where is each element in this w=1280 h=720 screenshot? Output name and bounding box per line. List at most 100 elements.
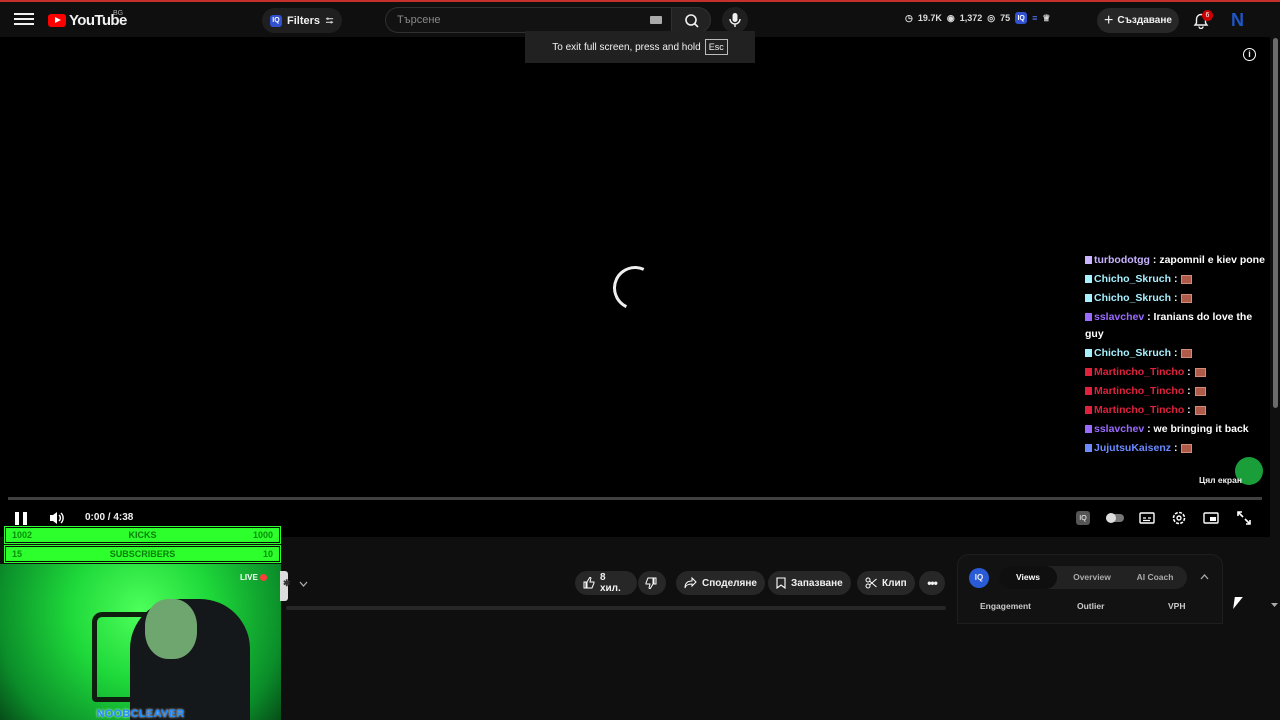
microphone-icon [729, 13, 741, 27]
chat-text: : [1173, 292, 1178, 304]
thumbs-up-icon [583, 577, 595, 589]
chevron-up-icon[interactable] [1200, 573, 1209, 581]
fullscreen-exit-tooltip: To exit full screen, press and hold Esc [525, 31, 755, 63]
more-actions-button[interactable]: ••• [919, 571, 945, 595]
create-button[interactable]: + Създаване [1097, 8, 1179, 33]
autoplay-toggle-icon[interactable] [1105, 510, 1125, 526]
chat-text: : [1173, 273, 1178, 285]
streamer-name: NOOBCLEAVER [96, 708, 185, 720]
chat-text: : [1187, 404, 1191, 416]
stat-watching: 1,372 [959, 13, 983, 23]
chat-username: JujutsuKaisenz [1094, 442, 1172, 454]
chat-username: sslavchev [1094, 311, 1145, 323]
more-icon: ••• [927, 576, 938, 590]
chat-message: Martincho_Tincho : [1085, 402, 1265, 419]
chat-username: Chicho_Skruch [1094, 273, 1172, 285]
chat-badge-icon [1085, 368, 1092, 377]
mouse-cursor-icon [1233, 597, 1243, 609]
tooltip-text: To exit full screen, press and hold [552, 41, 701, 53]
chat-emote-icon [1181, 293, 1193, 303]
tab-ai-coach[interactable]: AI Coach [1125, 566, 1185, 589]
iq-icon[interactable]: IQ [1015, 12, 1028, 24]
tab-views[interactable]: Views [999, 566, 1057, 589]
iq-player-icon[interactable]: IQ [1076, 511, 1090, 525]
save-label: Запазване [791, 577, 843, 589]
exit-fullscreen-icon[interactable] [1236, 510, 1252, 526]
iq-icon: IQ [270, 14, 282, 27]
vidiq-logo: IQ [969, 568, 989, 588]
chat-badge-icon [1085, 444, 1092, 453]
channel-stats: ◷ 19.7K ◉ 1,372 ◎ 75 IQ ≡ ♕ [905, 12, 1051, 24]
avatar[interactable]: N [1231, 10, 1249, 30]
chat-text: : [1187, 366, 1191, 378]
time-display: 0:00 / 4:38 [85, 512, 134, 523]
eye-icon: ◉ [946, 12, 955, 23]
trophy-icon[interactable]: ♕ [1042, 13, 1050, 24]
dislike-button[interactable] [638, 571, 666, 595]
chat-emote-icon [1181, 274, 1193, 284]
menu-icon[interactable] [14, 10, 34, 28]
head-shape [145, 599, 197, 659]
chat-username: turbodotgg [1094, 254, 1150, 266]
chat-message: Martincho_Tincho : [1085, 383, 1265, 400]
chat-message: Chicho_Skruch : [1085, 271, 1265, 288]
chat-message: turbodotgg : zapomnil e kiev pone [1085, 252, 1265, 269]
eye-icon: ◎ [987, 12, 996, 23]
volume-icon[interactable] [48, 510, 66, 526]
chat-username: Martincho_Tincho [1094, 366, 1185, 378]
stat-score: 75 [1000, 13, 1011, 23]
bookmark-icon [776, 577, 786, 589]
subtitles-icon[interactable] [1139, 510, 1155, 526]
chat-badge-icon [1085, 349, 1092, 358]
chat-username: Chicho_Skruch [1094, 292, 1172, 304]
description-divider [286, 606, 946, 610]
chat-message: sslavchev : Iranians do love the guy [1085, 309, 1265, 343]
plus-icon: + [1104, 11, 1114, 29]
subscribers-counter-bar: 15 SUBSCRIBERS 10 [4, 545, 281, 563]
info-icon[interactable]: i [1243, 48, 1256, 61]
filters-label: Filters [287, 14, 321, 27]
vidiq-widget [957, 554, 1223, 624]
subs-goal: 10 [262, 549, 273, 559]
clock-icon: ◷ [905, 12, 913, 23]
chevron-down-icon[interactable] [299, 580, 308, 588]
settings-gear-icon[interactable] [1171, 510, 1187, 526]
chat-username: Chicho_Skruch [1094, 347, 1172, 359]
clip-button[interactable]: Клип [857, 571, 915, 595]
filters-button[interactable]: IQ Filters [262, 8, 343, 33]
chat-emote-icon [1194, 386, 1206, 396]
youtube-play-icon [48, 13, 66, 27]
chat-emote-icon [1181, 443, 1193, 453]
chat-text: : [1173, 442, 1178, 454]
column-outlier: Outlier [1077, 601, 1105, 611]
chat-username: sslavchev [1094, 423, 1145, 435]
list-icon[interactable]: ≡ [1032, 13, 1037, 23]
theater-mode-icon[interactable] [1203, 510, 1219, 526]
chat-badge-icon [1085, 294, 1092, 303]
webcam-overlay: LIVE NOOBCLEAVER [0, 564, 281, 720]
create-label: Създаване [1117, 15, 1172, 26]
like-button[interactable]: 8 хил. [575, 571, 637, 595]
scrollbar-thumb[interactable] [1273, 38, 1278, 408]
pause-icon[interactable] [15, 512, 27, 525]
chat-message: sslavchev : we bringing it back [1085, 421, 1265, 438]
share-button[interactable]: Споделяне [676, 571, 765, 595]
search-input[interactable]: Търсене [385, 7, 675, 33]
chat-text: : [1173, 347, 1178, 359]
live-dot-icon [259, 574, 267, 581]
partial-icon: ✱ [283, 578, 291, 588]
chat-emote-icon [1194, 367, 1206, 377]
scroll-down-arrow-icon[interactable] [1270, 601, 1279, 609]
chat-text: : we bringing it back [1147, 423, 1249, 435]
keyboard-icon[interactable] [650, 16, 662, 24]
thumbs-down-icon [645, 577, 657, 589]
search-button[interactable] [671, 7, 711, 33]
progress-bar[interactable] [8, 497, 1262, 500]
chat-badge-icon [1085, 387, 1092, 396]
chat-badge-icon [1085, 313, 1092, 322]
save-button[interactable]: Запазване [768, 571, 851, 595]
tab-overview[interactable]: Overview [1063, 566, 1121, 589]
chat-badge-icon [1085, 275, 1092, 284]
voice-search-button[interactable] [722, 7, 748, 33]
chat-emote-icon [1194, 405, 1206, 415]
